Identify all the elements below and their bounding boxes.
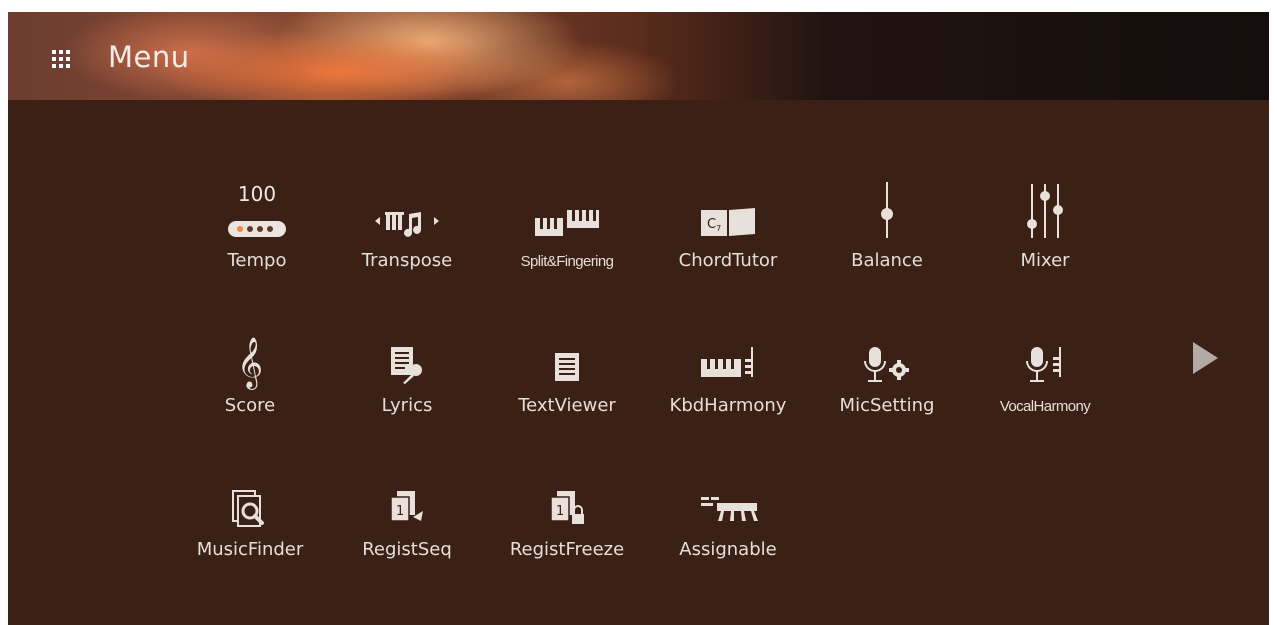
menu-item-score[interactable]: 𝄞 Score xyxy=(180,323,320,423)
svg-text:1: 1 xyxy=(556,504,564,519)
menu-item-label: Mixer xyxy=(1020,250,1070,271)
chord-tutor-icon: C7 xyxy=(658,178,798,240)
split-fingering-icon xyxy=(497,178,637,240)
menu-item-label: Assignable xyxy=(679,539,777,560)
kbd-harmony-icon xyxy=(658,323,798,385)
transpose-icon xyxy=(337,178,477,240)
text-viewer-icon xyxy=(497,323,637,385)
menu-item-label: Lyrics xyxy=(381,395,433,416)
assignable-icon xyxy=(658,467,798,529)
svg-text:1: 1 xyxy=(396,504,404,519)
menu-item-chord-tutor[interactable]: C7 ChordTutor xyxy=(658,178,798,278)
tempo-value: 100 xyxy=(237,182,277,206)
treble-clef-icon: 𝄞 xyxy=(236,337,263,388)
menu-item-label: VocalHarmony xyxy=(999,398,1091,415)
menu-item-label: RegistFreeze xyxy=(509,539,625,560)
tempo-icon: 100 xyxy=(187,178,327,240)
menu-item-label: MicSetting xyxy=(839,395,935,416)
menu-item-transpose[interactable]: Transpose xyxy=(337,178,477,278)
menu-item-balance[interactable]: Balance xyxy=(817,178,957,278)
menu-item-label: Tempo xyxy=(227,250,287,271)
next-page-arrow-icon[interactable] xyxy=(1193,342,1218,374)
regist-freeze-icon: 1 xyxy=(497,467,637,529)
mixer-icon xyxy=(975,178,1115,240)
menu-item-vocal-harmony[interactable]: VocalHarmony xyxy=(975,323,1115,423)
menu-item-label: Transpose xyxy=(361,250,453,271)
menu-item-label: Split&Fingering xyxy=(520,253,614,270)
menu-item-regist-seq[interactable]: 1 RegistSeq xyxy=(337,467,477,567)
lyrics-icon xyxy=(337,323,477,385)
menu-item-label: Balance xyxy=(851,250,923,271)
menu-item-text-viewer[interactable]: TextViewer xyxy=(497,323,637,423)
menu-item-label: KbdHarmony xyxy=(669,395,787,416)
menu-item-assignable[interactable]: Assignable xyxy=(658,467,798,567)
menu-item-label: RegistSeq xyxy=(362,539,452,560)
menu-item-split-fingering[interactable]: Split&Fingering xyxy=(497,178,637,278)
regist-seq-icon: 1 xyxy=(337,467,477,529)
menu-item-label: ChordTutor xyxy=(678,250,778,271)
menu-item-tempo[interactable]: 100 Tempo xyxy=(187,178,327,278)
menu-item-lyrics[interactable]: Lyrics xyxy=(337,323,477,423)
menu-item-label: TextViewer xyxy=(518,395,616,416)
mic-setting-icon xyxy=(817,323,957,385)
menu-item-regist-freeze[interactable]: 1 RegistFreeze xyxy=(497,467,637,567)
vocal-harmony-icon xyxy=(975,323,1115,385)
grid-icon[interactable] xyxy=(52,50,70,68)
page-title: Menu xyxy=(108,40,190,74)
menu-item-mixer[interactable]: Mixer xyxy=(975,178,1115,278)
menu-item-label: Score xyxy=(224,395,276,416)
menu-item-mic-setting[interactable]: MicSetting xyxy=(817,323,957,423)
balance-icon xyxy=(817,178,957,240)
menu-item-label: MusicFinder xyxy=(196,539,304,560)
header-bar: Menu xyxy=(8,12,1269,100)
music-finder-icon xyxy=(180,467,320,529)
menu-item-kbd-harmony[interactable]: KbdHarmony xyxy=(658,323,798,423)
menu-item-music-finder[interactable]: MusicFinder xyxy=(180,467,320,567)
